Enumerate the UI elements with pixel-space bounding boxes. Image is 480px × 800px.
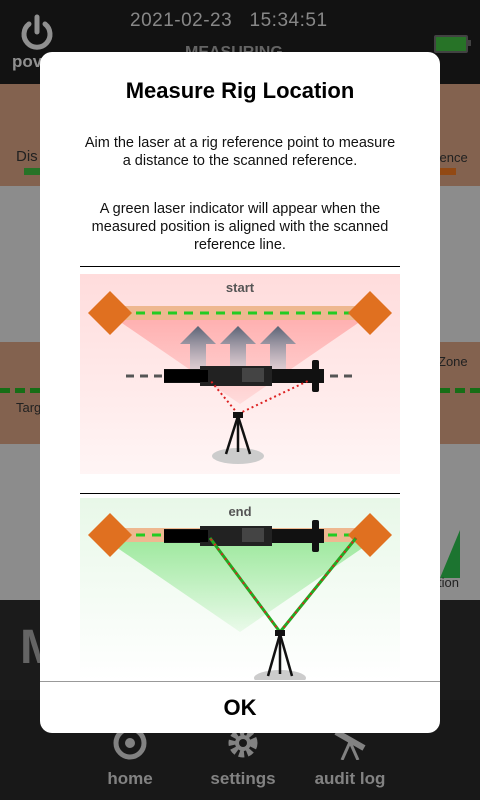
start-illustration: start	[80, 274, 400, 474]
dialog-title: Measure Rig Location	[125, 78, 355, 103]
ok-button[interactable]: OK	[40, 682, 440, 733]
measure-rig-dialog: Measure Rig Location Aim the laser at a …	[40, 52, 440, 733]
dialog-paragraph-1: Aim the laser at a rig reference point t…	[84, 135, 396, 169]
dialog-paragraph-2: A green laser indicator will appear when…	[91, 201, 389, 253]
end-illustration: end	[80, 498, 400, 680]
start-label: start	[226, 280, 255, 295]
illustration-divider-top	[80, 266, 400, 267]
illustration-divider-middle	[80, 493, 400, 494]
end-label: end	[228, 504, 251, 519]
